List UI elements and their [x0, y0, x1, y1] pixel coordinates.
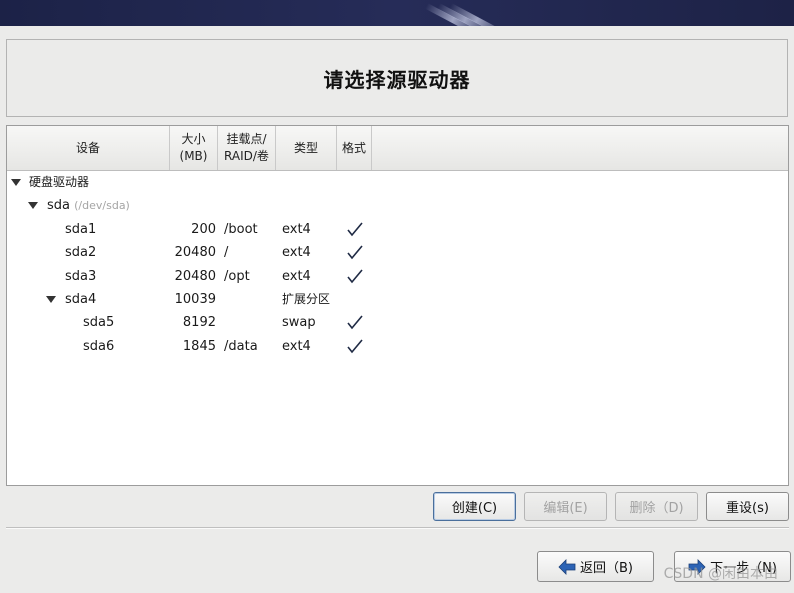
partition-size: 20480 [174, 268, 216, 284]
disk-name: sda [47, 198, 70, 214]
column-header-format[interactable]: 格式 [337, 126, 372, 170]
group-label: 硬盘驱动器 [29, 175, 90, 189]
table-row[interactable]: sda3 20480 /opt ext4 [7, 265, 788, 288]
partition-mount: /data [224, 338, 258, 354]
column-header-filler [372, 126, 788, 170]
table-row[interactable]: sda1 200 /boot ext4 [7, 218, 788, 241]
format-check-icon [347, 339, 363, 353]
partition-size: 8192 [182, 315, 216, 331]
edit-button[interactable]: 编辑(E) [524, 492, 607, 521]
column-header-device[interactable]: 设备 [7, 126, 170, 170]
column-header-mount[interactable]: 挂载点/RAID/卷 [218, 126, 276, 170]
table-row[interactable]: sda6 1845 /data ext4 [7, 335, 788, 358]
partition-type: swap [282, 315, 316, 331]
partition-size: 200 [191, 221, 216, 237]
partition-mount: /boot [224, 221, 258, 237]
format-check-icon [347, 245, 363, 260]
partition-type: ext4 [282, 338, 311, 354]
partition-type: ext4 [282, 268, 311, 284]
column-header-size[interactable]: 大小 (MB) [170, 126, 218, 170]
back-button[interactable]: 返回（B) [537, 551, 654, 582]
partition-size: 1845 [182, 338, 216, 354]
partition-name: sda6 [83, 338, 115, 354]
table-row[interactable]: sda5 8192 swap [7, 311, 788, 334]
partition-name: sda5 [83, 315, 115, 331]
table-row[interactable]: sda4 10039 扩展分区 [7, 288, 788, 311]
partition-mount: / [224, 245, 229, 261]
reset-button[interactable]: 重设(s) [706, 492, 789, 521]
expander-open-icon[interactable] [11, 179, 21, 186]
arrow-left-icon [558, 558, 576, 575]
partition-type: ext4 [282, 221, 311, 237]
format-check-icon [347, 315, 363, 330]
disk-path: (/dev/sda) [74, 199, 130, 213]
partition-type: ext4 [282, 245, 311, 261]
column-header-type[interactable]: 类型 [276, 126, 337, 170]
tree-row-group[interactable]: 硬盘驱动器 [7, 171, 788, 194]
partition-table[interactable]: 设备 大小 (MB) 挂载点/RAID/卷 类型 格式 硬盘驱动器 sda (/d… [6, 125, 789, 486]
expander-open-icon[interactable] [28, 202, 38, 210]
table-body: 硬盘驱动器 sda (/dev/sda) sda1 200 /boot ext4… [7, 171, 788, 358]
back-button-label: 返回（B) [580, 561, 633, 576]
delete-button[interactable]: 删除（D) [615, 492, 698, 521]
partition-mount: /opt [224, 268, 250, 284]
partition-size: 10039 [174, 291, 216, 307]
top-banner [0, 0, 794, 26]
partition-name: sda2 [65, 245, 97, 261]
partition-name: sda1 [65, 221, 97, 237]
title-panel: 请选择源驱动器 [6, 39, 788, 117]
tree-row-disk[interactable]: sda (/dev/sda) [7, 194, 788, 217]
partition-size: 20480 [174, 245, 216, 261]
format-check-icon [347, 222, 363, 237]
partition-name: sda3 [65, 268, 97, 284]
partition-name: sda4 [65, 291, 97, 307]
separator [6, 527, 789, 529]
expander-open-icon[interactable] [46, 295, 56, 303]
watermark: CSDN @闲由本由 [663, 566, 778, 582]
table-header: 设备 大小 (MB) 挂载点/RAID/卷 类型 格式 [7, 126, 788, 171]
format-check-icon [347, 269, 363, 283]
page-title: 请选择源驱动器 [323, 67, 471, 92]
table-row[interactable]: sda2 20480 / ext4 [7, 241, 788, 264]
create-button[interactable]: 创建(C) [433, 492, 516, 521]
partition-type: 扩展分区 [282, 291, 331, 306]
